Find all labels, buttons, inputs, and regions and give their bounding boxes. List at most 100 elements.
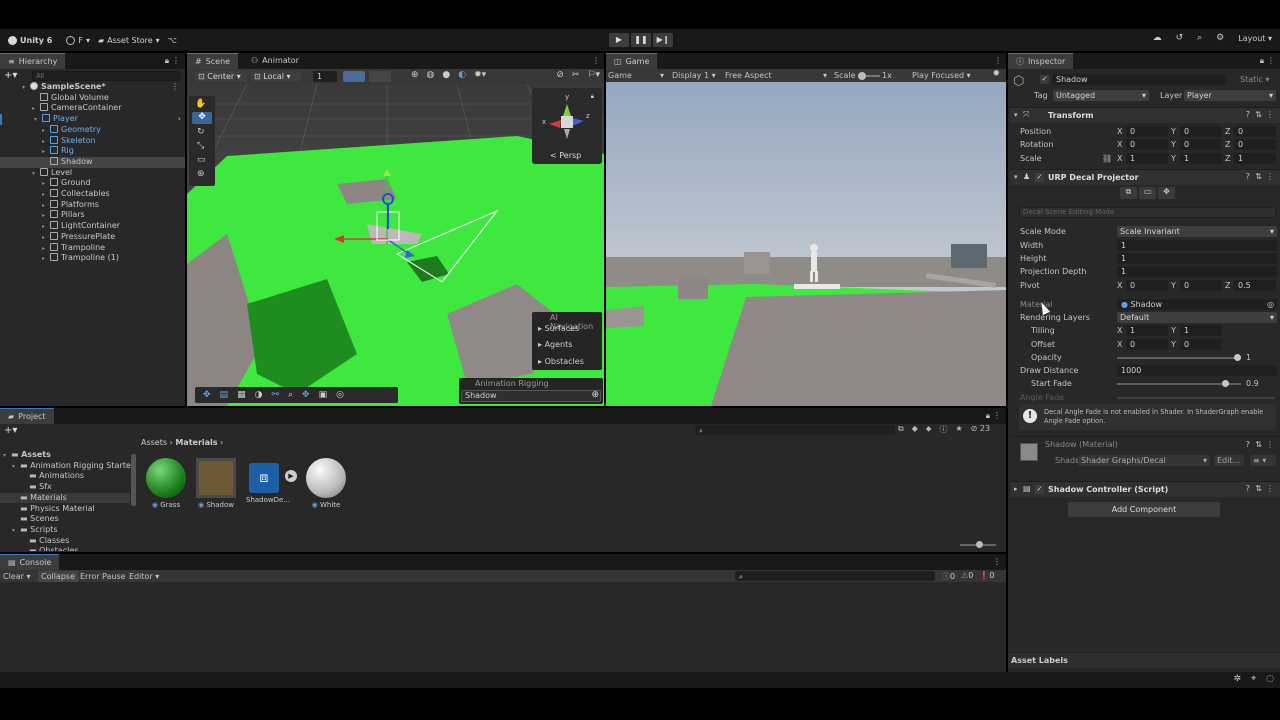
project-folder-item[interactable]: ▬ Obstacles — [0, 546, 130, 551]
pivot-dropdown[interactable]: ⊡ Center ▾ — [195, 71, 247, 82]
project-folder-item[interactable]: ▬ Materials — [0, 492, 130, 504]
globe-icon[interactable]: ⊕ — [411, 70, 419, 80]
hierarchy-item[interactable]: ▸ Trampoline (1) — [0, 253, 185, 264]
unity-menu[interactable]: Unity 6 — [8, 35, 52, 45]
pause-button[interactable]: ❚❚ — [631, 33, 651, 47]
history-icon[interactable]: ↺ — [1176, 33, 1184, 43]
error-pause-toggle[interactable]: Error Pause — [80, 571, 126, 582]
help-icon[interactable]: ? — [1246, 172, 1250, 181]
slider-thumb[interactable] — [976, 541, 983, 548]
busy-icon[interactable]: ◌ — [1266, 674, 1274, 684]
version-control-button[interactable]: ⌥ — [168, 36, 177, 45]
asset-white[interactable]: ◉ White — [305, 458, 347, 509]
projection-depth-field[interactable]: 1 — [1117, 266, 1277, 277]
pan-icon[interactable]: ✥ — [302, 390, 310, 400]
more-icon[interactable]: ⋮ — [1266, 110, 1274, 119]
link-icon[interactable]: ⛓ — [1102, 153, 1112, 164]
visibility-icon[interactable]: ⊘ — [556, 70, 564, 80]
move-handle-icon[interactable]: ✥ — [203, 390, 211, 400]
network-icon[interactable]: ⌖ — [1251, 674, 1256, 684]
transform-rotation-z-field[interactable]: 0 — [1234, 139, 1276, 151]
space-dropdown[interactable]: ⊡ Local ▾ — [251, 71, 301, 82]
transform-tool[interactable]: ⊛ — [197, 169, 205, 179]
increment-snap-button[interactable] — [369, 71, 391, 82]
sphere-icon[interactable]: ◍ — [427, 70, 435, 80]
chevron-right-icon[interactable]: › — [178, 114, 181, 125]
scale-mode-dropdown[interactable]: Scale Invariant ▾ — [1117, 226, 1277, 237]
visibility-icon[interactable]: ⊘ 23 — [971, 424, 990, 435]
create-button[interactable]: +▾ — [4, 425, 17, 436]
hierarchy-item[interactable]: ▸ Skeleton — [0, 135, 185, 147]
asset-shadow[interactable]: ◉ Shadow — [195, 458, 237, 509]
enabled-checkbox[interactable]: ✓ — [1035, 173, 1044, 182]
filter-label-icon[interactable]: ◆ — [912, 424, 918, 435]
more-icon[interactable]: ⋮ — [993, 411, 1001, 420]
more-icon[interactable]: ⋮ — [172, 56, 180, 65]
shader-edit-button[interactable]: Edit... — [1214, 455, 1244, 466]
cloud-icon[interactable]: ☁ — [1153, 33, 1162, 43]
overlay-item-agents[interactable]: ▸ Agents — [538, 340, 572, 349]
rect-tool[interactable]: ▭ — [197, 155, 206, 165]
scene-viewport[interactable]: ✋ ✥ ↻ ⤡ ▭ ⊛ y x z 🔒︎ < Persp AI Navigati… — [187, 84, 604, 406]
settings-icon[interactable]: ⚙ — [1216, 33, 1224, 43]
play-circle-icon[interactable]: ▶ — [285, 470, 297, 482]
more-icon[interactable]: ⋮ — [1266, 484, 1274, 493]
console-search-input[interactable]: ⌕ — [735, 571, 935, 581]
search-icon[interactable]: ⌕ — [1197, 33, 1202, 43]
hierarchy-item[interactable]: ▸ Rig — [0, 146, 185, 157]
asset-shadow-decal[interactable]: ⧈ ▶ ShadowDe... — [245, 458, 297, 509]
width-field[interactable]: 1 — [1117, 240, 1277, 251]
add-icon[interactable]: ⊕ — [591, 390, 599, 400]
transform-position-y-field[interactable]: 0 — [1180, 126, 1222, 137]
thumbnail-size-slider[interactable] — [960, 541, 996, 548]
more-icon[interactable]: ⋮ — [1267, 56, 1275, 65]
transform-scale-x-field[interactable]: 1 — [1126, 152, 1168, 164]
opacity-slider[interactable] — [1117, 354, 1241, 361]
gizmos-icon[interactable]: ⚐▾ — [587, 70, 600, 80]
object-name-field[interactable]: Shadow — [1052, 74, 1226, 85]
object-picker-icon[interactable]: ◎ — [1267, 300, 1274, 309]
enabled-checkbox[interactable]: ✓ — [1035, 485, 1044, 494]
breadcrumb-root[interactable]: Assets — [141, 438, 167, 447]
project-folder-item[interactable]: ▬ Scenes — [0, 514, 130, 525]
info-icon[interactable]: ⓘ — [939, 424, 947, 435]
scale-tool[interactable]: ⤡ — [197, 141, 204, 151]
edit-bounds-button[interactable]: ▭ — [1139, 187, 1156, 199]
tab-scene[interactable]: # Scene — [187, 53, 239, 69]
account-dropdown[interactable]: F ▾ — [66, 35, 90, 45]
material-field[interactable]: ● Shadow ◎ — [1117, 299, 1277, 310]
star-icon[interactable]: ★ — [955, 424, 962, 435]
bones-icon[interactable]: ⚯ — [271, 390, 279, 400]
tiling-y-field[interactable]: 1 — [1180, 325, 1222, 336]
tools-icon[interactable]: ✂ — [572, 70, 580, 80]
asset-store-dropdown[interactable]: ▰ Asset Store ▾ — [98, 36, 160, 45]
project-folder-item[interactable]: ▾ ▬ Animation Rigging Starter — [0, 461, 134, 472]
tab-project[interactable]: ▰ Project — [0, 408, 54, 424]
add-component-button[interactable]: Add Component — [1068, 502, 1220, 517]
asset-grass[interactable]: ◉ Grass — [145, 458, 187, 509]
play-focus-dropdown[interactable]: Play Focused ▾ — [912, 70, 971, 81]
camera-icon[interactable]: ▣ — [319, 390, 328, 400]
transform-scale-y-field[interactable]: 1 — [1180, 152, 1222, 164]
tag-dropdown[interactable]: Untagged ▾ — [1053, 90, 1149, 101]
play-button[interactable]: ▶ — [609, 33, 629, 47]
shader-dropdown[interactable]: Shader Graphs/Decal ▾ — [1078, 455, 1210, 466]
breadcrumb-leaf[interactable]: Materials — [175, 438, 217, 447]
editor-dropdown[interactable]: Editor ▾ — [129, 571, 159, 582]
clear-button[interactable]: Clear ▾ — [3, 571, 30, 582]
project-folder-item[interactable]: ▾ ▬ Assets — [0, 450, 130, 461]
hierarchy-item[interactable]: ▸ Ground — [0, 178, 185, 189]
pivot-y-field[interactable]: 0 — [1180, 280, 1222, 291]
slider-thumb[interactable] — [1222, 380, 1229, 387]
lock-icon[interactable]: 🔒︎ — [165, 56, 169, 66]
chevron-right-icon[interactable]: ▸ — [42, 254, 50, 265]
help-icon[interactable]: ? — [1246, 484, 1250, 493]
hierarchy-item[interactable]: ▸ Platforms — [0, 199, 185, 211]
grid-size-field[interactable]: 1 — [313, 71, 337, 82]
log-count[interactable]: ⓘ0 — [942, 571, 955, 582]
shader-menu-button[interactable]: ≡ ▾ — [1250, 455, 1276, 466]
hierarchy-item[interactable]: ▸ PressurePlate — [0, 231, 185, 243]
hand-tool[interactable]: ✋ — [195, 99, 206, 109]
transform-position-z-field[interactable]: 0 — [1234, 126, 1276, 137]
aspect-dropdown[interactable]: Free Aspect ▾ — [725, 70, 827, 81]
